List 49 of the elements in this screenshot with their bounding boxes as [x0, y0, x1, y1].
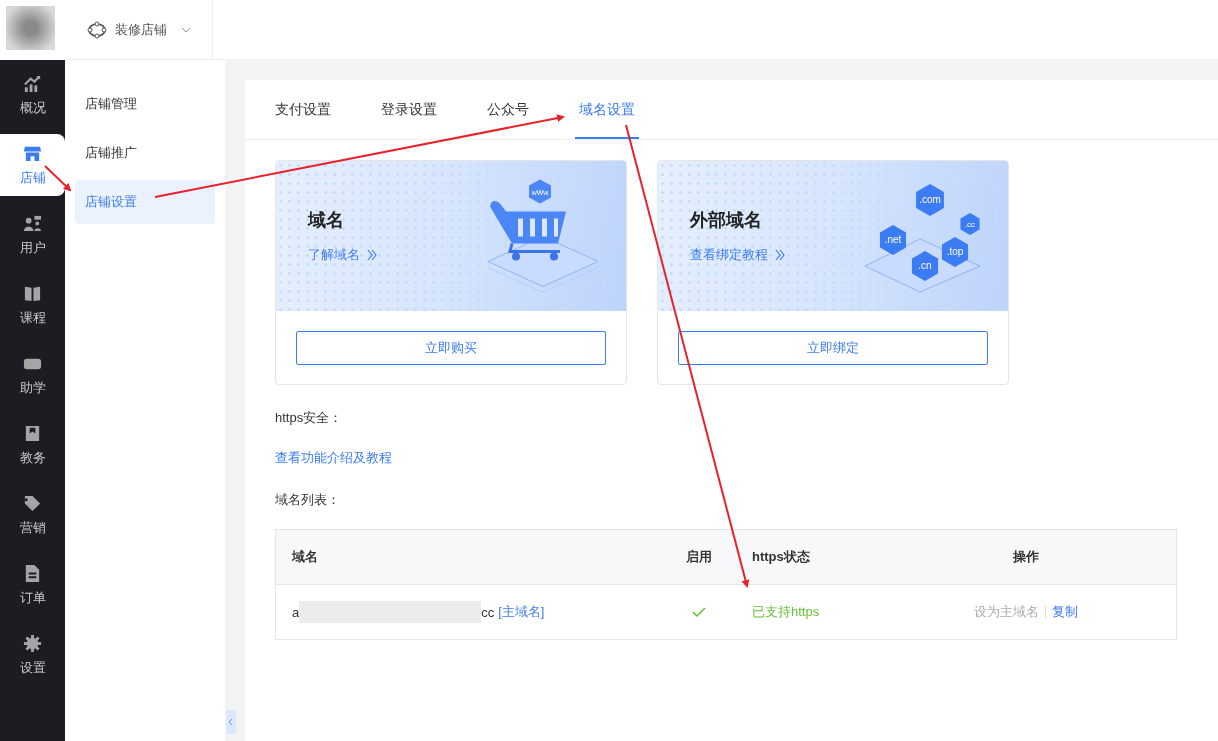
column-header: 操作: [1013, 548, 1039, 566]
rail-item[interactable]: 课程: [0, 270, 65, 340]
rail-item[interactable]: 店铺: [0, 134, 65, 196]
tab[interactable]: 域名设置: [575, 80, 639, 139]
double-chevron-icon: [366, 249, 378, 261]
https-status: 已支持https: [752, 603, 820, 621]
domain-list-label: 域名列表：: [275, 491, 340, 509]
https-label: https安全：: [275, 409, 343, 427]
decor-icon: [86, 19, 107, 40]
rail-item[interactable]: 概况: [0, 60, 65, 130]
card-title: 域名: [308, 209, 345, 232]
chevron-down-icon: [180, 26, 191, 33]
domain-hexagon: .net: [879, 224, 907, 255]
rail-item[interactable]: 用户: [0, 200, 65, 270]
rail-item[interactable]: 教务: [0, 410, 65, 480]
submenu-item[interactable]: 店铺管理: [75, 82, 215, 126]
tab[interactable]: 公众号: [483, 80, 533, 139]
main-domain-tag[interactable]: [主域名]: [498, 603, 545, 621]
card-button[interactable]: 立即绑定: [678, 331, 988, 365]
notebook-icon: [23, 423, 42, 443]
double-chevron-icon: [774, 249, 786, 261]
submenu-item[interactable]: 店铺推广: [75, 131, 215, 175]
tab[interactable]: 支付设置: [271, 80, 335, 139]
users-icon: [23, 213, 42, 233]
submenu-item[interactable]: 店铺设置: [75, 180, 215, 224]
domain-hexagon: .com: [916, 183, 944, 216]
action-link[interactable]: 复制: [1052, 603, 1078, 621]
rail-item[interactable]: 营销: [0, 480, 65, 550]
tab[interactable]: 登录设置: [377, 80, 441, 139]
annotation-arrow: [44, 165, 72, 192]
domain-text: cc: [481, 604, 495, 620]
card-title: 外部域名: [690, 209, 763, 232]
chevron-left-icon: [228, 718, 234, 726]
card-button[interactable]: 立即购买: [296, 331, 606, 365]
tutorial-link[interactable]: 查看功能介绍及教程: [275, 449, 392, 467]
column-header: 启用: [685, 548, 712, 566]
chart-icon: [23, 73, 42, 93]
rail-item[interactable]: 订单: [0, 550, 65, 620]
domain-hexagon: .top: [941, 236, 969, 267]
collapse-handle[interactable]: [226, 710, 236, 734]
domain-hexagon: .cn: [911, 250, 939, 281]
domain-text: a: [292, 604, 300, 620]
column-header: https状态: [752, 548, 810, 566]
tag-icon: [23, 493, 42, 513]
document-icon: [23, 563, 42, 583]
rail-item[interactable]: 助学: [0, 340, 65, 410]
domain-hexagon: .cc: [960, 212, 980, 235]
column-header: 域名: [292, 548, 318, 566]
rail-item[interactable]: 设置: [0, 620, 65, 690]
